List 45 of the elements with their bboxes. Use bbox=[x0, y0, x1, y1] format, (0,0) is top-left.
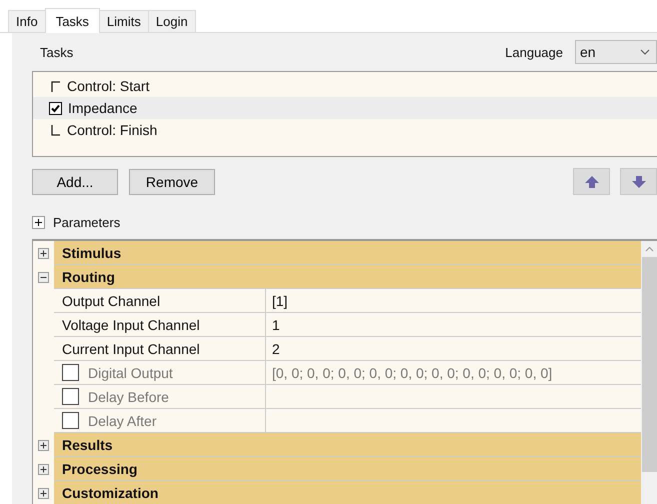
parameters-label: Parameters bbox=[53, 214, 120, 230]
expand-icon[interactable] bbox=[32, 216, 45, 228]
arrow-down-icon bbox=[630, 174, 646, 188]
category-header[interactable]: Customization bbox=[54, 481, 642, 504]
category-header[interactable]: Routing bbox=[54, 265, 642, 289]
tab[interactable]: Info bbox=[8, 10, 46, 32]
property-value[interactable]: [0, 0; 0, 0; 0, 0; 0, 0; 0, 0; 0, 0; 0, 0; 0, 0; 0, 0] bbox=[266, 361, 642, 385]
property-value[interactable]: [1] bbox=[266, 289, 642, 313]
task-item[interactable]: Impedance bbox=[68, 100, 138, 116]
checkbox[interactable] bbox=[62, 364, 79, 381]
checkbox[interactable] bbox=[62, 388, 79, 405]
expand-icon[interactable] bbox=[38, 248, 49, 258]
checkbox[interactable] bbox=[49, 102, 62, 114]
move-down-button[interactable] bbox=[620, 168, 657, 195]
tasks-label: Tasks bbox=[40, 44, 74, 60]
category-header[interactable]: Results bbox=[54, 433, 642, 457]
bracket-start-icon bbox=[51, 80, 60, 92]
task-item[interactable]: Control: Start bbox=[67, 78, 150, 94]
language-dropdown[interactable]: en bbox=[575, 40, 657, 64]
expand-icon[interactable] bbox=[38, 272, 49, 282]
arrow-up-icon bbox=[584, 174, 600, 188]
tab[interactable]: Limits bbox=[98, 10, 149, 32]
move-up-button[interactable] bbox=[573, 168, 610, 195]
property-value[interactable]: 1 bbox=[266, 313, 642, 337]
chevron-down-icon bbox=[640, 49, 650, 55]
language-label: Language bbox=[505, 44, 563, 60]
category-header[interactable]: Processing bbox=[54, 457, 642, 481]
expand-icon[interactable] bbox=[38, 440, 49, 450]
property-name: Voltage Input Channel bbox=[62, 316, 200, 332]
expand-icon[interactable] bbox=[38, 488, 49, 498]
expand-icon[interactable] bbox=[38, 464, 49, 474]
property-name: Digital Output bbox=[88, 364, 173, 380]
tab[interactable]: Login bbox=[148, 10, 196, 32]
property-name: Delay After bbox=[88, 412, 156, 428]
property-name: Current Input Channel bbox=[62, 340, 200, 356]
property-value[interactable]: 2 bbox=[266, 337, 642, 361]
add-button[interactable]: Add... bbox=[32, 168, 118, 194]
checkbox[interactable] bbox=[62, 412, 79, 429]
task-item[interactable]: Control: Finish bbox=[67, 122, 158, 138]
property-name: Delay Before bbox=[88, 388, 169, 404]
remove-button[interactable]: Remove bbox=[129, 168, 215, 194]
category-header[interactable]: Stimulus bbox=[54, 241, 642, 265]
property-name: Output Channel bbox=[62, 292, 160, 308]
bracket-end-icon bbox=[51, 124, 60, 136]
tab[interactable]: Tasks bbox=[44, 8, 100, 33]
